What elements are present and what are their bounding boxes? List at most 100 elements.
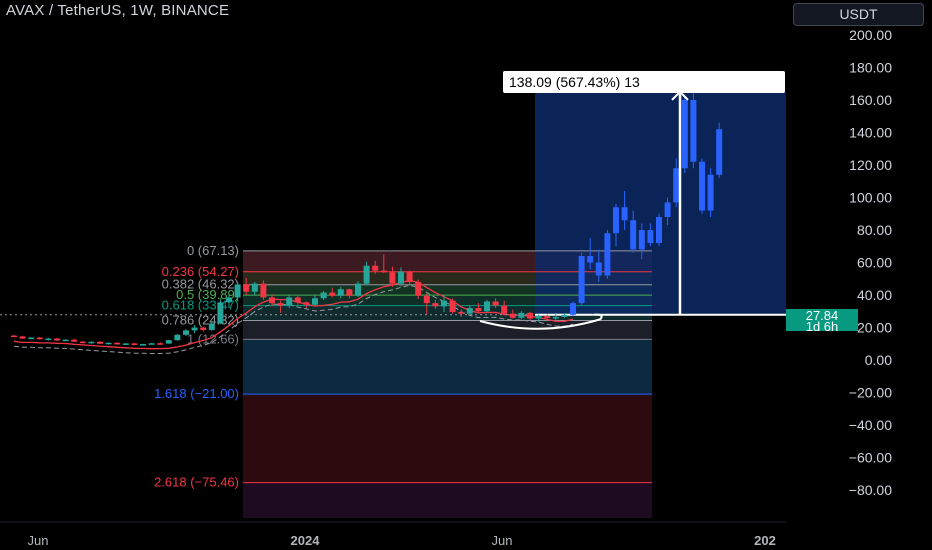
candle-body — [114, 342, 121, 345]
candle-body — [346, 289, 353, 296]
candle-body — [484, 301, 490, 312]
candle-body — [492, 301, 499, 306]
candle-body — [329, 292, 336, 296]
candle-body — [432, 303, 439, 307]
y-tick-label: 20.00 — [857, 320, 892, 336]
candle-body — [148, 343, 155, 345]
candle-body — [208, 323, 215, 330]
fib-label: 1 (12.66) — [187, 331, 239, 346]
candle-body — [441, 300, 447, 307]
y-tick-label: 200.00 — [849, 27, 892, 43]
candle-body — [269, 297, 275, 304]
candle-body — [613, 207, 619, 234]
candle-body — [251, 283, 258, 292]
candle-body — [54, 338, 60, 341]
y-tick-label: 100.00 — [849, 190, 892, 206]
candle-body — [587, 256, 594, 263]
candle-body — [664, 202, 671, 217]
candle-body — [36, 337, 43, 340]
candle-body — [217, 302, 224, 324]
candle-body — [191, 327, 198, 331]
candle-body — [234, 284, 241, 298]
candle-body — [312, 298, 318, 305]
candle-body — [656, 217, 662, 243]
x-tick-label: Jun — [28, 533, 49, 548]
candle-body — [45, 338, 52, 341]
y-tick-label: −20.00 — [849, 385, 892, 401]
x-tick-label: 202 — [754, 533, 776, 548]
candle-body — [294, 297, 301, 303]
currency-button[interactable]: USDT — [793, 3, 924, 26]
candle-body — [226, 297, 232, 303]
candle-body — [449, 300, 456, 313]
candle-body — [71, 339, 78, 342]
y-tick-label: 0.00 — [865, 352, 892, 368]
y-tick-label: 140.00 — [849, 125, 892, 141]
y-tick-label: −80.00 — [849, 482, 892, 498]
x-tick-label: Jun — [492, 533, 513, 548]
candle-body — [380, 270, 387, 273]
candle-body — [79, 341, 86, 344]
candle-body — [19, 336, 26, 339]
candle-body — [501, 305, 508, 314]
fib-label: 0 (67.13) — [187, 243, 239, 258]
symbol-title: AVAX / TetherUS, 1W, BINANCE — [6, 2, 230, 19]
candle-body — [699, 161, 705, 211]
candle-body — [406, 271, 413, 282]
fib-zone — [243, 394, 652, 483]
candle-body — [286, 297, 293, 306]
candle-body — [372, 265, 379, 271]
y-tick-label: 60.00 — [857, 255, 892, 271]
fib-zone — [243, 339, 652, 395]
candle-body — [260, 283, 267, 298]
fib-zone — [243, 320, 652, 340]
candle-body — [303, 302, 310, 305]
candle-body — [690, 100, 697, 162]
candle-body — [28, 337, 35, 340]
candle-body — [97, 341, 103, 344]
candle-body — [355, 283, 361, 296]
candle-body — [570, 303, 576, 315]
candle-body — [630, 220, 637, 250]
y-tick-label: 40.00 — [857, 287, 892, 303]
candle-body — [544, 316, 551, 319]
y-tick-label: −40.00 — [849, 417, 892, 433]
candle-body — [11, 335, 17, 338]
candle-body — [716, 129, 723, 175]
candle-body — [157, 343, 164, 345]
y-tick-label: 160.00 — [849, 92, 892, 108]
fib-zone — [243, 482, 652, 518]
y-tick-label: 180.00 — [849, 60, 892, 76]
y-tick-label: 120.00 — [849, 157, 892, 173]
candle-body — [131, 343, 138, 345]
y-tick-label: 80.00 — [857, 222, 892, 238]
candle-body — [122, 343, 129, 345]
candle-body — [578, 256, 585, 304]
candle-body — [458, 312, 465, 314]
candle-body — [535, 316, 542, 319]
candle-body — [423, 295, 430, 304]
projection-box — [535, 91, 786, 315]
candle-body — [518, 312, 525, 318]
bar-countdown: 1d 6h — [805, 319, 839, 334]
candle-body — [561, 314, 568, 317]
candle-body — [647, 230, 654, 243]
candle-body — [415, 282, 422, 296]
candle-body — [621, 207, 628, 221]
price-chart[interactable]: 0 (67.13)0.236 (54.27)0.382 (46.32)0.5 (… — [0, 0, 932, 550]
candle-body — [638, 230, 645, 250]
candle-body — [681, 100, 688, 169]
candle-body — [595, 262, 602, 276]
candle-body — [105, 342, 112, 345]
candle-body — [88, 341, 95, 344]
candle-body — [466, 308, 473, 314]
candle-body — [475, 308, 482, 312]
candle-body — [707, 174, 714, 211]
candle-body — [552, 316, 559, 319]
fib-label: 2.618 (−75.46) — [154, 475, 239, 490]
candle-body — [398, 271, 404, 284]
candle-body — [320, 292, 327, 299]
candle-body — [165, 340, 172, 344]
y-tick-label: −60.00 — [849, 450, 892, 466]
x-tick-label: 2024 — [291, 533, 321, 548]
